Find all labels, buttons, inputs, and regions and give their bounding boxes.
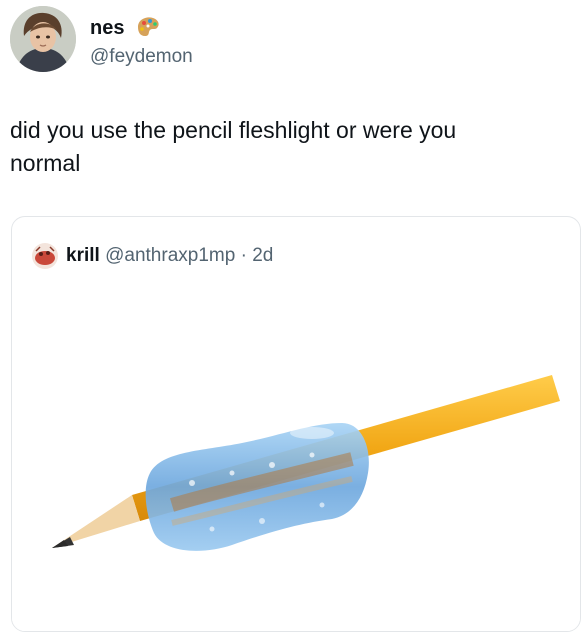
quoted-tweet-header: krill @anthraxp1mp · 2d [32, 241, 552, 271]
author-row: nes @feydemon [10, 6, 570, 74]
quoted-meta: krill @anthraxp1mp · 2d [66, 245, 273, 267]
handle[interactable]: @feydemon [90, 46, 193, 68]
quoted-timestamp[interactable]: 2d [252, 245, 273, 266]
artist-palette-icon [135, 15, 161, 37]
display-name[interactable]: nes [90, 17, 124, 40]
avatar-image [10, 6, 76, 72]
quoted-avatar[interactable] [32, 243, 58, 269]
pencil-grip [145, 423, 369, 551]
quoted-display-name[interactable]: krill [66, 245, 100, 266]
tweet-text-line: did you use the pencil fleshlight or wer… [10, 117, 457, 143]
quoted-media-image[interactable] [12, 283, 580, 631]
tweet-text: did you use the pencil fleshlight or wer… [10, 114, 570, 180]
quoted-handle[interactable]: @anthraxp1mp [105, 245, 235, 266]
quoted-tweet-card[interactable]: krill @anthraxp1mp · 2d [11, 216, 581, 632]
tweet: nes @feydemon did you use the pencil fle… [0, 0, 582, 637]
avatar[interactable] [10, 6, 76, 72]
tweet-text-line: normal [10, 150, 81, 176]
separator-dot: · [240, 245, 247, 266]
